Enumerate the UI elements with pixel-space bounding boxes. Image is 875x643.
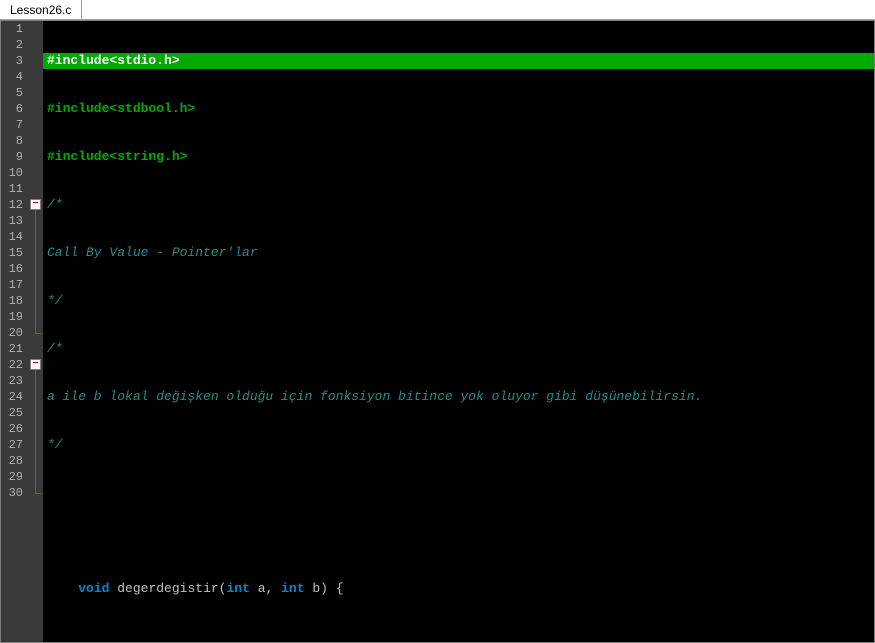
code-line-12[interactable]: void degerdegistir(int a, int b) { bbox=[43, 581, 874, 597]
line-number: 6 bbox=[5, 101, 23, 117]
line-number: 5 bbox=[5, 85, 23, 101]
line-number: 2 bbox=[5, 37, 23, 53]
fold-guide-end bbox=[35, 333, 41, 334]
line-number: 30 bbox=[5, 485, 23, 501]
line-number: 8 bbox=[5, 133, 23, 149]
line-number: 25 bbox=[5, 405, 23, 421]
fold-guide bbox=[35, 370, 36, 493]
code-line-8[interactable]: a ile b lokal değişken olduğu için fonks… bbox=[43, 389, 874, 405]
line-number: 17 bbox=[5, 277, 23, 293]
line-number: 27 bbox=[5, 437, 23, 453]
preproc-include: #include bbox=[47, 53, 109, 68]
code-line-11[interactable] bbox=[43, 533, 874, 549]
fold-gutter: −− bbox=[29, 21, 43, 642]
line-number: 18 bbox=[5, 293, 23, 309]
code-line-7[interactable]: /* bbox=[43, 341, 874, 357]
code-line-9[interactable]: */ bbox=[43, 437, 874, 453]
line-number: 23 bbox=[5, 373, 23, 389]
kw-void: void bbox=[78, 581, 109, 596]
code-line-6[interactable]: */ bbox=[43, 293, 874, 309]
file-tab-label: Lesson26.c bbox=[10, 3, 71, 17]
preproc-include: #include bbox=[47, 149, 109, 164]
kw-int: int bbox=[226, 581, 249, 596]
line-number: 19 bbox=[5, 309, 23, 325]
code-line-5[interactable]: Call By Value - Pointer'lar bbox=[43, 245, 874, 261]
line-number: 7 bbox=[5, 117, 23, 133]
comment: */ bbox=[47, 293, 63, 308]
comment: Call By Value - Pointer'lar bbox=[47, 245, 258, 260]
line-number: 9 bbox=[5, 149, 23, 165]
line-number-gutter: 1234567891011121314151617181920212223242… bbox=[1, 21, 29, 642]
line-number: 24 bbox=[5, 389, 23, 405]
line-number: 3 bbox=[5, 53, 23, 69]
code-line-3[interactable]: #include<string.h> bbox=[43, 149, 874, 165]
comment: */ bbox=[47, 437, 63, 452]
line-number: 11 bbox=[5, 181, 23, 197]
line-number: 20 bbox=[5, 325, 23, 341]
code-line-13[interactable] bbox=[43, 629, 874, 642]
line-number: 10 bbox=[5, 165, 23, 181]
code-line-2[interactable]: #include<stdbool.h> bbox=[43, 101, 874, 117]
fold-guide bbox=[35, 210, 36, 333]
line-number: 16 bbox=[5, 261, 23, 277]
file-tab[interactable]: Lesson26.c bbox=[0, 0, 82, 19]
line-number: 13 bbox=[5, 213, 23, 229]
line-number: 4 bbox=[5, 69, 23, 85]
code-line-1[interactable]: #include<stdio.h> bbox=[43, 53, 874, 69]
fold-toggle-icon[interactable]: − bbox=[30, 359, 41, 370]
line-number: 22 bbox=[5, 357, 23, 373]
fold-toggle-icon[interactable]: − bbox=[30, 199, 41, 210]
code-area[interactable]: #include<stdio.h> #include<stdbool.h> #i… bbox=[43, 21, 874, 642]
line-number: 26 bbox=[5, 421, 23, 437]
editor: 1234567891011121314151617181920212223242… bbox=[0, 20, 875, 643]
kw-int: int bbox=[281, 581, 304, 596]
line-number: 15 bbox=[5, 245, 23, 261]
line-number: 29 bbox=[5, 469, 23, 485]
line-number: 28 bbox=[5, 453, 23, 469]
include-target: <string.h> bbox=[109, 149, 187, 164]
comment: a ile b lokal değişken olduğu için fonks… bbox=[47, 389, 702, 404]
tab-bar: Lesson26.c bbox=[0, 0, 875, 20]
code-line-10[interactable] bbox=[43, 485, 874, 501]
fn-name: degerdegistir bbox=[117, 581, 218, 596]
code-line-4[interactable]: /* bbox=[43, 197, 874, 213]
param: a bbox=[258, 581, 266, 596]
fold-guide-end bbox=[35, 493, 41, 494]
preproc-include: #include bbox=[47, 101, 109, 116]
line-number: 12 bbox=[5, 197, 23, 213]
comment: /* bbox=[47, 197, 63, 212]
comment: /* bbox=[47, 341, 63, 356]
include-target: <stdio.h> bbox=[109, 53, 179, 68]
line-number: 14 bbox=[5, 229, 23, 245]
line-number: 21 bbox=[5, 341, 23, 357]
line-number: 1 bbox=[5, 21, 23, 37]
include-target: <stdbool.h> bbox=[109, 101, 195, 116]
param: b bbox=[312, 581, 320, 596]
